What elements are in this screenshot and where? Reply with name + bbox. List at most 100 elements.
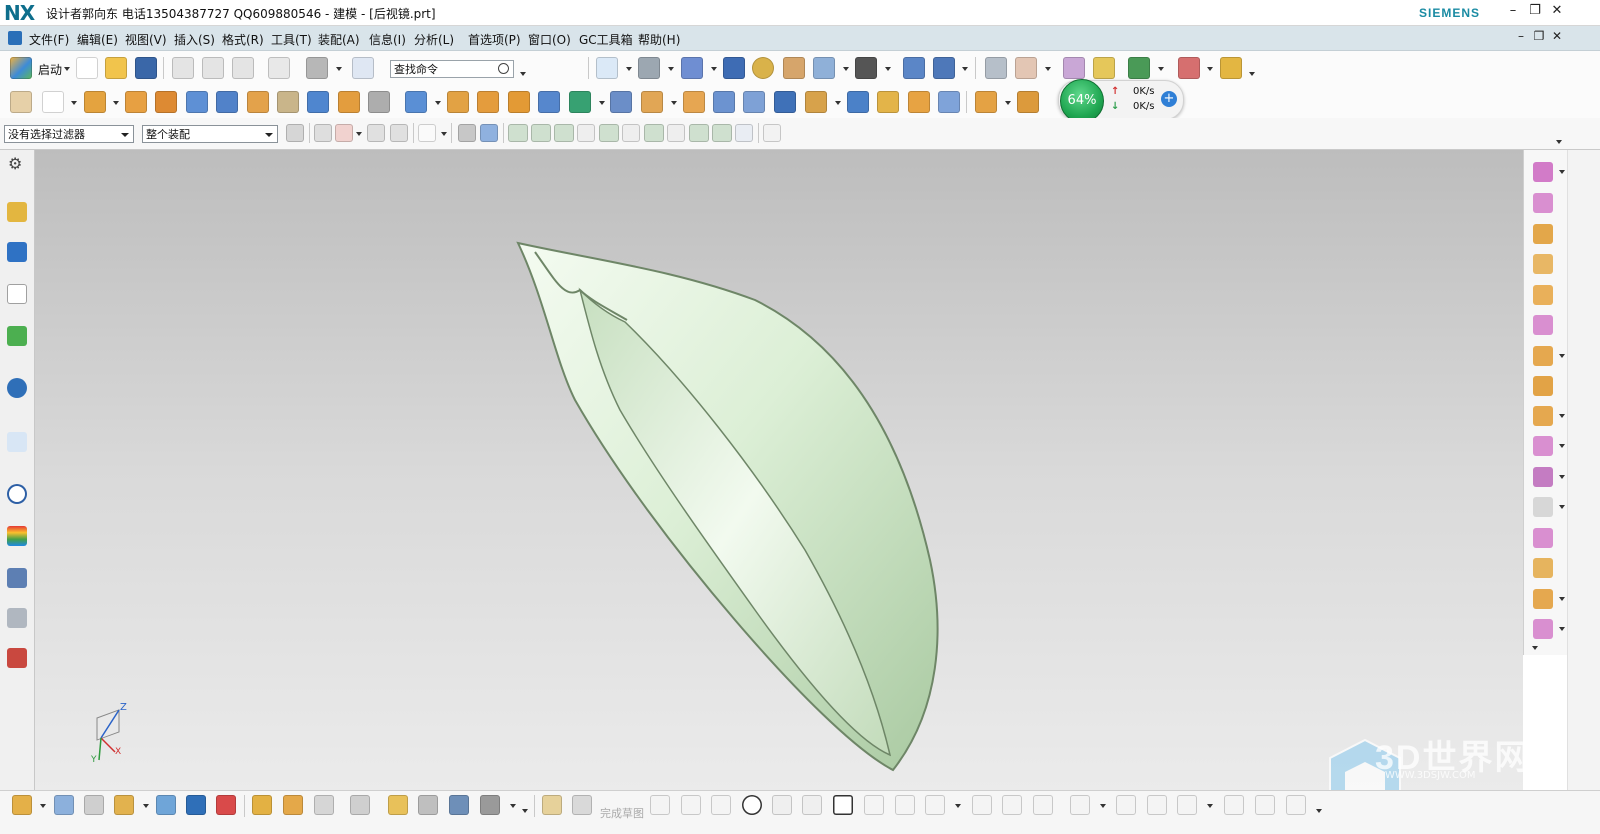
split-body-icon[interactable]: [774, 91, 796, 113]
menu-info[interactable]: 信息(I): [369, 31, 406, 48]
translucency-icon[interactable]: [1533, 558, 1553, 578]
inferred-constraints-icon[interactable]: [1286, 795, 1306, 815]
copy-icon[interactable]: [202, 57, 224, 79]
assembly-load-dropdown-icon[interactable]: [40, 804, 46, 808]
wcs-triad[interactable]: Z X Y: [90, 702, 127, 765]
csys-dropdown-icon[interactable]: [1045, 67, 1051, 71]
snap-dropdown-icon[interactable]: [1158, 67, 1164, 71]
alternate-solution-icon[interactable]: [1255, 795, 1275, 815]
quick-trim-icon[interactable]: [972, 795, 992, 815]
clip-section-icon[interactable]: [1533, 315, 1553, 335]
start-icon[interactable]: [10, 57, 32, 79]
menu-edit[interactable]: 编辑(E): [77, 31, 118, 48]
extrude-icon[interactable]: [84, 91, 106, 113]
select-edges-icon[interactable]: [390, 124, 408, 142]
web-browser-icon[interactable]: [7, 432, 27, 452]
assembly-navigator-icon[interactable]: [7, 202, 27, 222]
rectangle-select-icon[interactable]: [418, 124, 436, 142]
wave-linker-icon[interactable]: [314, 795, 334, 815]
edit-object-display-icon[interactable]: [1533, 528, 1553, 548]
minimize-button[interactable]: –: [1502, 3, 1524, 21]
paste-icon[interactable]: [232, 57, 254, 79]
cut-icon[interactable]: [172, 57, 194, 79]
menu-assembly[interactable]: 装配(A): [318, 31, 360, 48]
start-button-label[interactable]: 启动: [38, 61, 62, 78]
extract-geometry-icon[interactable]: [938, 91, 960, 113]
offset-face-icon[interactable]: [743, 91, 765, 113]
thicken-icon[interactable]: [975, 91, 997, 113]
shaded-icon[interactable]: [723, 57, 745, 79]
doc-restore-button[interactable]: ❐: [1530, 29, 1548, 47]
grid-icon[interactable]: [1178, 57, 1200, 79]
move-object-dropdown-icon[interactable]: [1559, 475, 1565, 479]
unite-dropdown-icon[interactable]: [435, 101, 441, 105]
save-icon[interactable]: [135, 57, 157, 79]
fillet-icon[interactable]: [772, 795, 792, 815]
selection-filter-select[interactable]: 没有选择过滤器: [4, 125, 134, 143]
rectangle-select-dropdown-icon[interactable]: [441, 132, 447, 136]
show-icon[interactable]: [1533, 406, 1553, 426]
move-component-icon[interactable]: [156, 795, 176, 815]
polygon-icon[interactable]: [864, 795, 884, 815]
select-solid-icon[interactable]: [458, 124, 476, 142]
curve-tool-icon[interactable]: [418, 795, 438, 815]
auto-constrain-icon[interactable]: [1177, 795, 1197, 815]
orient-dialog-icon[interactable]: [933, 57, 955, 79]
profile-icon[interactable]: [650, 795, 670, 815]
invert-visibility-icon[interactable]: [1533, 436, 1553, 456]
sew-dropdown-icon[interactable]: [835, 101, 841, 105]
search-dropdown-icon[interactable]: [520, 72, 526, 76]
roles-icon[interactable]: [7, 648, 27, 668]
offset-curve-icon[interactable]: [925, 795, 945, 815]
assembly-load-icon[interactable]: [12, 795, 32, 815]
section-view-icon[interactable]: [1533, 285, 1553, 305]
combine-icon[interactable]: [569, 91, 591, 113]
extrude-dropdown-icon[interactable]: [113, 101, 119, 105]
chamfer-sketch-icon[interactable]: [802, 795, 822, 815]
pattern-icon[interactable]: [477, 91, 499, 113]
snap-midpoint-icon[interactable]: [531, 124, 551, 142]
through-curves-icon[interactable]: [847, 91, 869, 113]
sweep-icon[interactable]: [155, 91, 177, 113]
select-bodies-dropdown-icon[interactable]: [356, 132, 362, 136]
constrain-dropdown-icon[interactable]: [1207, 804, 1213, 808]
fit-view-icon[interactable]: [596, 57, 618, 79]
replace-view-icon[interactable]: [1533, 589, 1553, 609]
menu-view[interactable]: 视图(V): [125, 31, 167, 48]
select-features-icon[interactable]: [314, 124, 332, 142]
measure-dropdown-icon[interactable]: [510, 804, 516, 808]
snap-arc-center-icon[interactable]: [644, 124, 664, 142]
quick-pick-icon[interactable]: [763, 124, 781, 142]
render-dropdown-icon[interactable]: [711, 67, 717, 71]
orient-dropdown-icon[interactable]: [668, 67, 674, 71]
wcs-dropdown-icon[interactable]: [843, 67, 849, 71]
nx-menu-icon[interactable]: [8, 31, 22, 45]
menu-gc-toolkit[interactable]: GC工具箱: [579, 31, 633, 48]
render-style-icon[interactable]: [681, 57, 703, 79]
repeat-command-icon[interactable]: [306, 57, 328, 79]
wcs-origin-icon[interactable]: [1533, 162, 1553, 182]
thread-icon[interactable]: [368, 91, 390, 113]
point-icon[interactable]: [895, 795, 915, 815]
show-dropdown-icon[interactable]: [1559, 414, 1565, 418]
blend-dropdown-icon[interactable]: [671, 101, 677, 105]
menu-insert[interactable]: 插入(S): [174, 31, 215, 48]
edge-blend-icon[interactable]: [641, 91, 663, 113]
snap-existing-point-icon[interactable]: [689, 124, 709, 142]
measure-tool-icon[interactable]: [1063, 57, 1085, 79]
trim-body-icon[interactable]: [447, 91, 469, 113]
move-object-icon[interactable]: [1533, 467, 1553, 487]
datum-dropdown-icon[interactable]: [71, 101, 77, 105]
selection-scope-select[interactable]: 整个装配: [142, 125, 278, 143]
background-icon[interactable]: [752, 57, 774, 79]
thicken-dropdown-icon[interactable]: [1005, 101, 1011, 105]
graphics-window[interactable]: Z X Y 3D世界网 WWW.3DSJW.COM: [35, 150, 1523, 790]
arc-icon[interactable]: [711, 795, 731, 815]
layout-view-dropdown-icon[interactable]: [1559, 627, 1565, 631]
rectangle-icon[interactable]: [833, 795, 853, 815]
cylinder-icon[interactable]: [307, 91, 329, 113]
emboss-icon[interactable]: [1017, 91, 1039, 113]
orient-dialog-dropdown-icon[interactable]: [962, 67, 968, 71]
command-search-input[interactable]: 查找命令: [390, 60, 514, 78]
finish-sketch-icon[interactable]: [572, 795, 592, 815]
